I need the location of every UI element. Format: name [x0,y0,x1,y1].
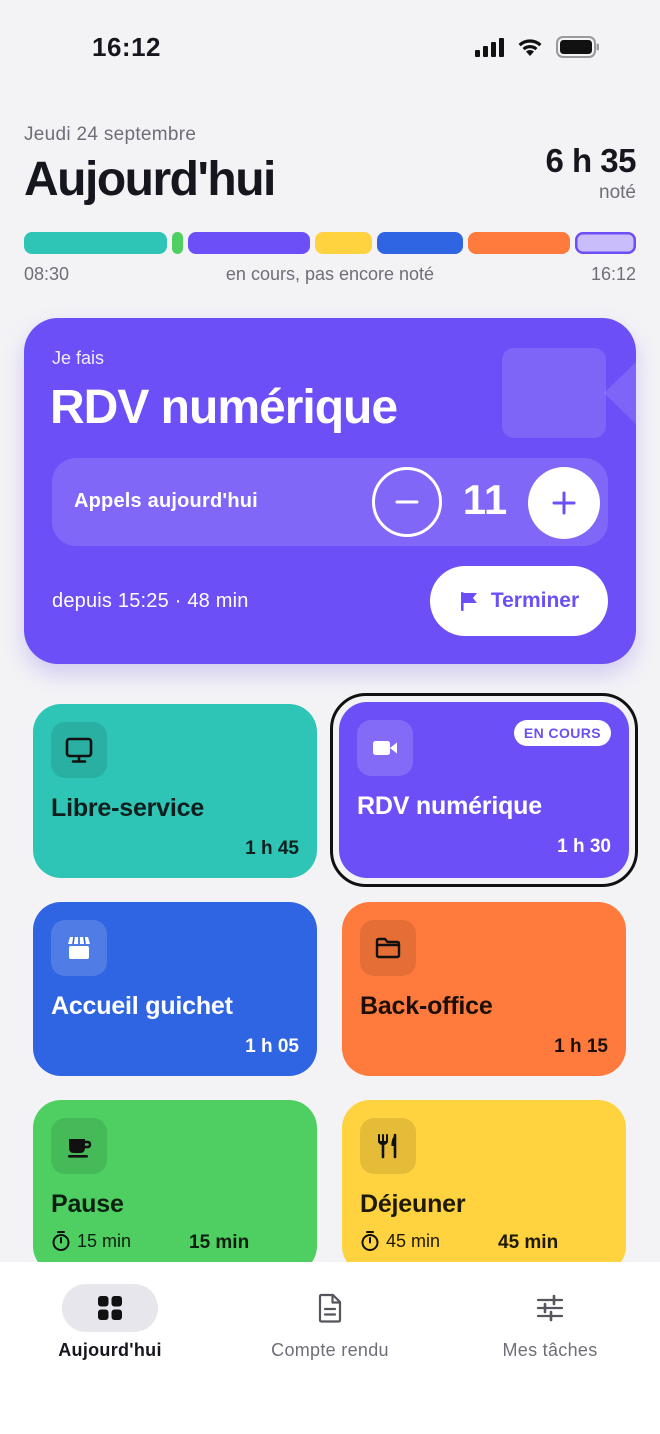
battery-icon [556,36,599,58]
plus-icon [552,491,576,515]
nav-tab-label: Mes tâches [502,1340,598,1360]
status-icons [475,36,600,58]
task-name: Accueil guichet [51,992,233,1020]
timeline-segment [187,232,311,254]
timeline-segment [467,232,570,254]
minus-icon [395,500,419,504]
calls-count: 11 [462,476,508,523]
nav-icon-pill [502,1284,598,1332]
task-tile-dejeuner[interactable]: Déjeuner 45 min 45 min [342,1100,626,1274]
nav-icon-pill [62,1284,158,1332]
task-name: Déjeuner [360,1190,466,1218]
tile-icon-box [360,920,416,976]
day-timeline [24,232,636,254]
task-name: Pause [51,1190,124,1218]
task-duration: 15 min [189,1232,250,1253]
timeline-segment [377,232,463,254]
cellular-signal-icon [475,37,504,57]
timeline-segment [171,232,183,254]
monitor-icon [65,737,93,763]
nav-tab-label: Compte rendu [271,1340,389,1360]
page-title: Aujourd'hui [24,153,276,206]
timeline-segment [315,232,373,254]
task-duration: 1 h 05 [245,1036,299,1057]
fork-knife-icon [378,1133,397,1159]
timeline-end-time: 16:12 [590,264,636,284]
task-tile-back-office[interactable]: Back-office 1 h 15 [342,902,626,1076]
coffee-cup-icon [68,1139,92,1158]
task-tile-libre-service[interactable]: Libre-service 1 h 45 [33,704,317,878]
status-bar: 16:12 [0,0,660,96]
document-icon [318,1293,342,1323]
nav-tab-today[interactable]: Aujourd'hui [0,1284,220,1361]
timer-icon [52,1231,70,1251]
task-duration: 45 min [498,1232,559,1253]
tile-icon-box [51,722,107,778]
video-camera-icon [502,348,636,438]
page-header: Jeudi 24 septembre Aujourd'hui 6 h 35 no… [24,124,636,207]
task-duration: 1 h 15 [554,1036,608,1057]
current-activity-title: RDV numérique [50,381,398,434]
nav-tab-label: Aujourd'hui [58,1340,162,1360]
planned-duration-value: 15 min [77,1230,132,1251]
flag-icon [460,592,477,611]
status-time: 16:12 [92,32,161,62]
planned-duration-value: 45 min [386,1230,441,1251]
finish-button[interactable]: Terminer [430,566,608,636]
planned-duration: 15 min [51,1230,131,1252]
decrement-button[interactable] [372,467,442,537]
timeline-status-text: en cours, pas encore noté [225,264,435,284]
current-activity-label: Je fais [52,348,105,368]
tile-icon-box [51,920,107,976]
logged-total: 6 h 35 noté [545,142,636,204]
tile-icon-box [360,1118,416,1174]
tile-icon-box [51,1118,107,1174]
calls-counter-label: Appels aujourd'hui [74,490,258,512]
planned-duration: 45 min [360,1230,440,1252]
task-name: Libre-service [51,794,205,822]
current-activity-card: Je fais RDV numérique Appels aujourd'hui… [24,318,636,664]
task-tile-pause[interactable]: Pause 15 min 15 min [33,1100,317,1274]
bottom-navigation: Aujourd'hui Compte rendu Mes tâches [0,1262,660,1434]
timeline-segment [574,232,636,254]
logged-total-value: 6 h 35 [545,142,636,179]
storefront-icon [68,936,90,959]
sliders-icon [536,1294,564,1322]
grid-icon [98,1296,122,1320]
active-task-outline [330,693,638,887]
elapsed-time: depuis 15:25 · 48 min [52,590,249,612]
nav-tab-report[interactable]: Compte rendu [220,1284,440,1361]
task-duration: 1 h 45 [245,838,299,859]
calls-counter: Appels aujourd'hui 11 [52,458,608,546]
nav-tab-tasks[interactable]: Mes tâches [440,1284,660,1361]
finish-button-label: Terminer [490,589,580,612]
logged-total-label: noté [599,182,636,203]
nav-icon-pill [282,1284,378,1332]
timeline-segment [24,232,167,254]
task-tile-accueil-guichet[interactable]: Accueil guichet 1 h 05 [33,902,317,1076]
timer-icon [361,1231,379,1251]
current-date: Jeudi 24 septembre [24,124,197,145]
task-name: Back-office [360,992,493,1020]
folder-icon [375,937,401,959]
wifi-icon [518,39,542,56]
increment-button[interactable] [528,467,600,539]
